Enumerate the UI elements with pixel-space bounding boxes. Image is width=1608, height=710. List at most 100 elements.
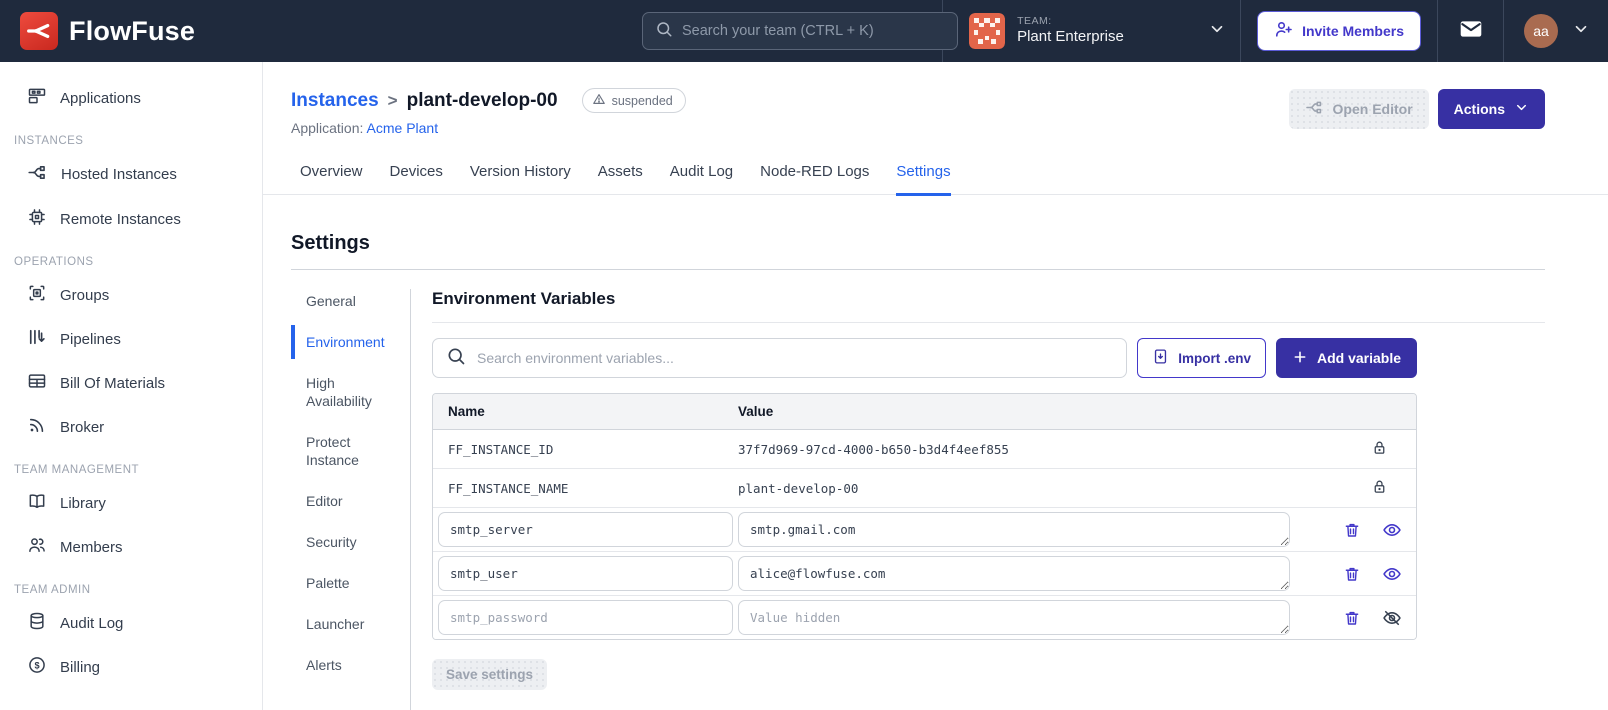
book-icon [27,491,47,515]
sidebar-item-groups[interactable]: Groups [0,273,262,317]
trash-icon [1345,567,1359,581]
invite-members-button[interactable]: Invite Members [1257,11,1421,51]
settings-nav-editor[interactable]: Editor [306,492,398,510]
team-search[interactable] [642,12,958,50]
settings-nav-launcher[interactable]: Launcher [306,615,398,633]
sidebar-item-pipelines[interactable]: Pipelines [0,317,262,361]
env-name-input[interactable] [438,600,733,635]
toggle-visibility-button[interactable] [1382,564,1402,584]
sidebar-item-label: Audit Log [60,614,124,632]
env-variables-table: Name Value FF_INSTANCE_ID 37f7d969-97cd-… [432,393,1417,640]
applications-icon [27,86,47,110]
top-navbar: FlowFuse TEAM: Plant Enterprise Invite M… [0,0,1608,62]
tab-audit-log[interactable]: Audit Log [670,163,733,194]
sidebar-item-label: Applications [60,89,141,107]
sidebar-section-team-management: TEAM MANAGEMENT [14,464,140,476]
sidebar-section-instances: INSTANCES [14,135,84,147]
env-value: 37f7d969-97cd-4000-b650-b3d4f4eef855 [738,441,1009,457]
sidebar-item-audit-log[interactable]: Audit Log [0,601,262,645]
actions-label: Actions [1453,101,1505,117]
page-title: plant-develop-00 [406,89,558,111]
application-label: Application: [291,120,364,136]
env-name: FF_INSTANCE_NAME [448,480,569,496]
open-editor-button[interactable]: Open Editor [1288,89,1429,129]
document-download-icon [1152,348,1169,368]
breadcrumb-instances-link[interactable]: Instances [291,90,379,112]
env-value: plant-develop-00 [738,480,859,496]
chevron-down-icon [1572,20,1590,43]
sidebar-section-team-admin: TEAM ADMIN [14,584,91,596]
lock-icon [1371,439,1388,459]
table-icon [27,371,47,395]
env-search-input[interactable] [477,350,1114,366]
sidebar-item-bill-of-materials[interactable]: Bill Of Materials [0,361,262,405]
invite-section: Invite Members [1240,0,1437,62]
search-icon [655,20,673,43]
settings-nav-environment[interactable]: Environment [291,325,398,359]
tab-node-red-logs[interactable]: Node-RED Logs [760,163,869,194]
sidebar-item-label: Members [60,538,123,556]
delete-variable-button[interactable] [1343,565,1361,583]
users-icon [27,535,47,559]
sidebar-item-billing[interactable]: $ Billing [0,645,262,689]
tab-overview[interactable]: Overview [300,163,363,194]
tab-assets[interactable]: Assets [598,163,643,194]
env-search[interactable] [432,338,1128,378]
toggle-visibility-button[interactable] [1382,608,1402,628]
table-row: FF_INSTANCE_NAME plant-develop-00 [433,469,1416,508]
sidebar-item-library[interactable]: Library [0,481,262,525]
sidebar-section-operations: OPERATIONS [14,256,94,268]
env-value-input[interactable] [738,600,1290,635]
tab-version-history[interactable]: Version History [470,163,571,194]
settings-nav-general[interactable]: General [306,292,398,310]
warning-icon [592,92,606,109]
settings-nav-high-availability[interactable]: High Availability [306,374,398,410]
toggle-visibility-button[interactable] [1382,520,1402,540]
env-name-input[interactable] [438,556,733,591]
import-env-label: Import .env [1178,350,1251,366]
table-header: Name Value [433,394,1416,430]
delete-variable-button[interactable] [1343,609,1361,627]
broadcast-icon [27,415,47,439]
brand-name: FlowFuse [69,15,196,46]
settings-nav-palette[interactable]: Palette [306,574,398,592]
env-value-input[interactable] [738,512,1290,547]
settings-nav-protect-instance[interactable]: Protect Instance [306,433,398,469]
sidebar-item-members[interactable]: Members [0,525,262,569]
settings-nav-alerts[interactable]: Alerts [306,656,398,674]
actions-button[interactable]: Actions [1437,89,1545,129]
add-variable-button[interactable]: Add variable [1275,338,1417,378]
sidebar-item-hosted-instances[interactable]: Hosted Instances [0,152,262,197]
settings-nav-security[interactable]: Security [306,533,398,551]
sidebar-item-applications[interactable]: Applications [0,76,262,120]
brand[interactable]: FlowFuse [0,12,215,50]
table-row: FF_INSTANCE_ID 37f7d969-97cd-4000-b650-b… [433,430,1416,469]
user-menu[interactable]: aa [1503,0,1608,62]
user-plus-icon [1274,20,1293,42]
delete-variable-button[interactable] [1343,521,1361,539]
sidebar-item-broker[interactable]: Broker [0,405,262,449]
navbar-right: TEAM: Plant Enterprise Invite Members aa [942,0,1608,62]
open-editor-label: Open Editor [1332,101,1413,117]
env-value-input[interactable] [738,556,1290,591]
team-label: TEAM: [1017,15,1052,28]
flowfuse-logo-icon [20,12,58,50]
header-actions: Open Editor Actions [1288,89,1545,129]
team-search-input[interactable] [682,23,945,39]
sidebar: Applications INSTANCES Hosted Instances … [0,62,263,710]
environment-heading: Environment Variables [432,289,1545,323]
import-env-button[interactable]: Import .env [1137,338,1266,378]
sidebar-item-label: Pipelines [60,330,121,348]
billing-icon: $ [27,655,47,679]
notifications-button[interactable] [1437,0,1503,62]
environment-section: Environment Variables Import .env [411,289,1608,710]
tab-devices[interactable]: Devices [390,163,443,194]
team-selector[interactable]: TEAM: Plant Enterprise [942,0,1240,62]
env-name-input[interactable] [438,512,733,547]
sidebar-item-remote-instances[interactable]: Remote Instances [0,197,262,241]
application-link[interactable]: Acme Plant [367,120,439,136]
tab-settings[interactable]: Settings [896,163,951,196]
settings-nav: General Environment High Availability Pr… [291,289,410,710]
team-name: Plant Enterprise [1017,28,1124,46]
save-settings-button[interactable]: Save settings [432,659,548,690]
